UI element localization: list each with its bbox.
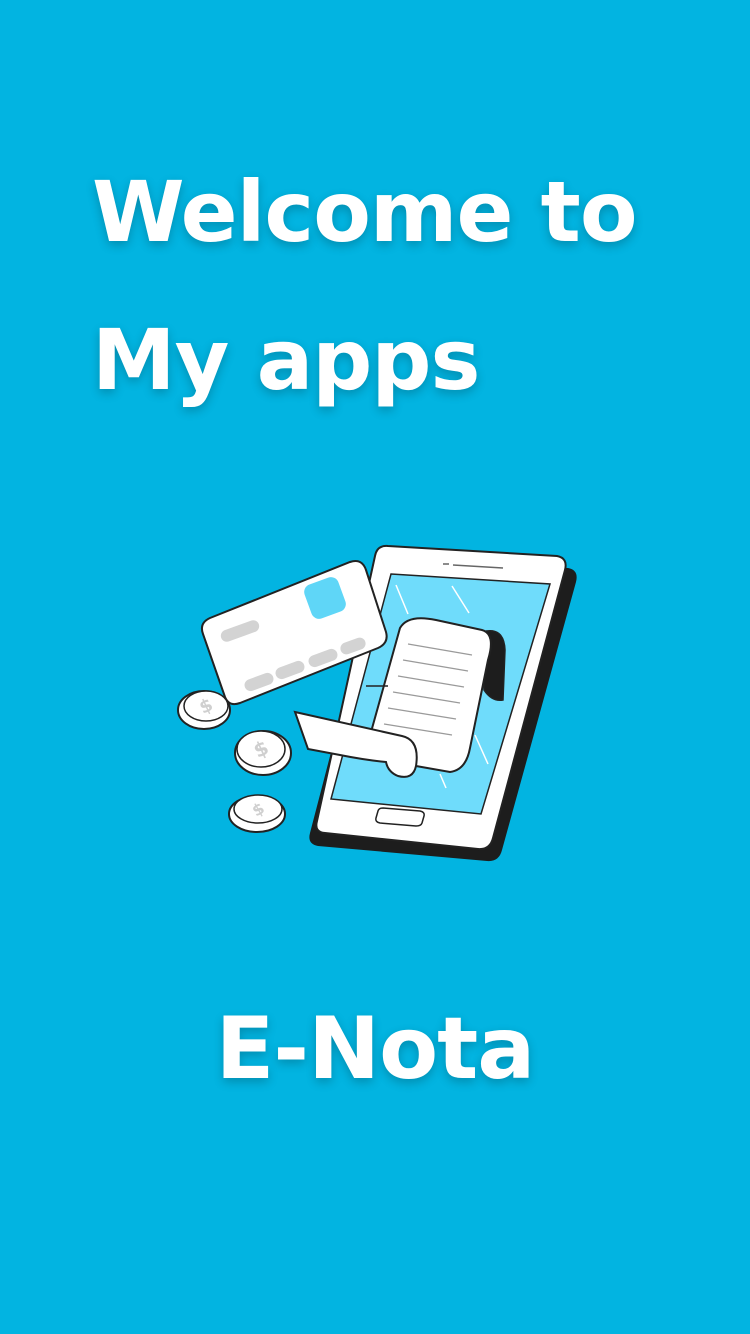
splash-screen: Welcome to My apps $ $ $ E-Nota	[0, 0, 750, 1334]
welcome-heading: Welcome to My apps	[92, 138, 712, 434]
welcome-line-2: My apps	[92, 311, 481, 409]
app-name-title: E-Nota	[215, 999, 536, 1099]
mobile-payment-receipt-icon: $ $ $	[170, 540, 590, 870]
coin-icon: $	[177, 690, 231, 730]
welcome-line-1: Welcome to	[92, 163, 638, 261]
